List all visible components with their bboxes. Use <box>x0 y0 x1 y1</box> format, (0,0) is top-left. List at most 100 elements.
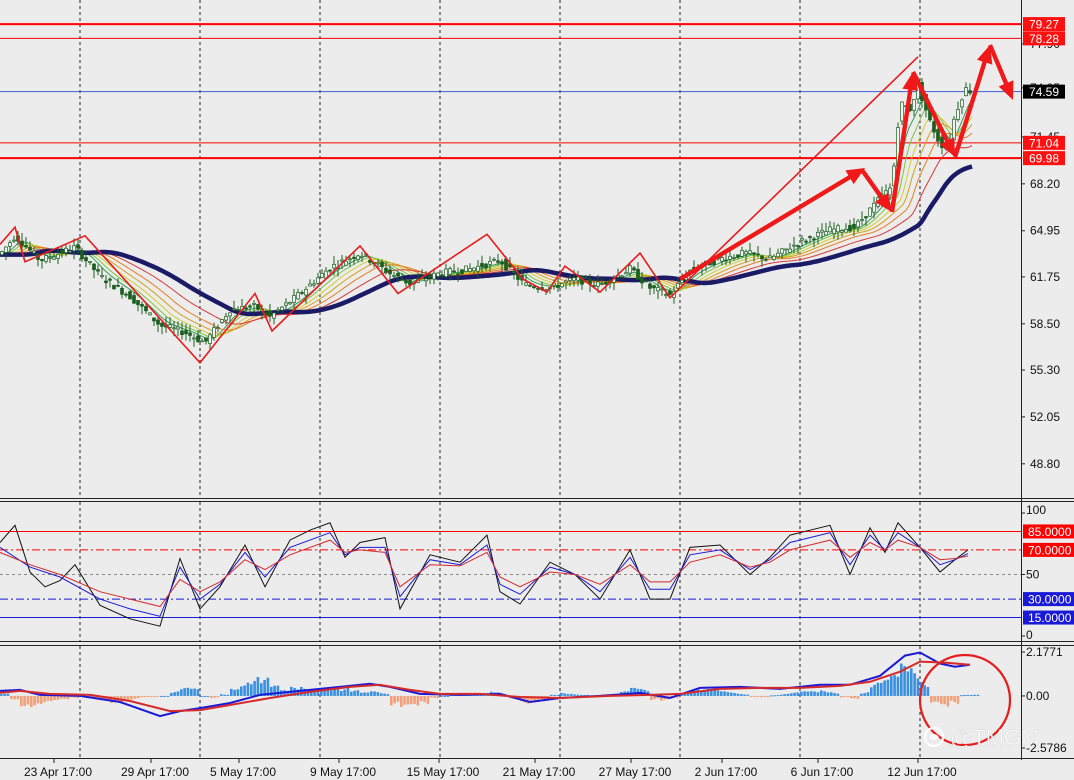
candle-body <box>656 287 660 292</box>
macd-histogram-bar <box>426 695 430 704</box>
candle-body <box>80 250 84 260</box>
candle-body <box>192 337 196 340</box>
candle-body <box>968 90 972 94</box>
candle-body <box>488 260 492 265</box>
candle-body <box>212 327 216 338</box>
macd-histogram-bar <box>210 695 213 699</box>
macd-histogram-bar <box>743 694 746 696</box>
macd-tick-label: 0.00 <box>1026 689 1050 703</box>
candle-body <box>104 280 108 284</box>
candle-body <box>280 306 284 311</box>
candle-body <box>512 270 516 273</box>
candle-body <box>496 260 500 263</box>
candle-body <box>532 286 536 289</box>
macd-histogram-bar <box>223 694 226 696</box>
macd-histogram-bar <box>200 695 203 697</box>
macd-histogram-bar <box>943 695 946 705</box>
candle-body <box>436 272 440 277</box>
macd-histogram-bar <box>250 684 253 696</box>
candle-body <box>168 324 172 328</box>
macd-histogram-bar <box>183 688 186 696</box>
candle-body <box>384 267 388 273</box>
macd-histogram-bar <box>216 695 220 698</box>
candle-body <box>188 332 192 336</box>
macd-histogram-bar <box>573 694 576 696</box>
candle-body <box>220 319 224 323</box>
macd-histogram-bar <box>726 692 730 696</box>
macd-histogram-bar <box>156 695 160 697</box>
candle-body <box>68 250 72 253</box>
macd-histogram-bar <box>730 692 733 696</box>
macd-histogram-bar <box>833 693 836 696</box>
time-tick-label: 15 May 17:00 <box>407 765 480 779</box>
candle-body <box>112 284 116 290</box>
macd-histogram-bar <box>843 695 846 698</box>
macd-histogram-bar <box>710 690 713 696</box>
candle-body <box>176 326 180 330</box>
candle-body <box>440 274 444 277</box>
macd-histogram-bar <box>913 673 916 696</box>
macd-histogram-bar <box>713 690 716 696</box>
candle-body <box>116 285 120 287</box>
candle-body <box>132 295 136 304</box>
candle-body <box>352 256 356 259</box>
macd-histogram-bar <box>163 695 166 697</box>
macd-histogram-bar <box>170 692 173 696</box>
candle-body <box>776 252 780 258</box>
macd-histogram-bar <box>406 695 410 705</box>
candle-body <box>304 289 308 296</box>
macd-histogram-bar <box>916 678 920 696</box>
macd-histogram-bar <box>403 695 406 705</box>
candle-body <box>808 236 812 238</box>
candle-body <box>340 259 344 262</box>
macd-histogram-bar <box>353 690 356 696</box>
candle-body <box>852 223 856 229</box>
macd-tick-label: 2.1771 <box>1026 645 1063 659</box>
candle-body <box>396 272 400 277</box>
candle-body <box>360 255 364 258</box>
macd-histogram-bar <box>173 692 176 696</box>
macd-histogram-bar <box>570 693 573 696</box>
macd-histogram-bar <box>893 675 896 696</box>
candle-body <box>652 285 656 289</box>
macd-histogram-bar <box>906 671 910 696</box>
candle-body <box>620 275 624 278</box>
candle-body <box>800 238 804 241</box>
candle-body <box>88 261 92 263</box>
macd-histogram-bar <box>923 685 926 696</box>
macd-histogram-bar <box>950 695 953 701</box>
candle-body <box>840 230 844 233</box>
candle-body <box>76 244 80 249</box>
macd-histogram-bar <box>786 693 790 696</box>
candle-body <box>224 316 228 321</box>
macd-histogram-bar <box>910 668 913 696</box>
macd-histogram-bar <box>190 688 193 696</box>
candle-body <box>56 253 60 259</box>
time-tick-label: 5 May 17:00 <box>210 765 276 779</box>
macd-histogram-bar <box>446 695 450 697</box>
candle-body <box>148 312 152 316</box>
price-tick-label: 61.75 <box>1030 270 1060 284</box>
macd-histogram-bar <box>440 695 443 697</box>
macd-histogram-bar <box>966 694 970 696</box>
macd-histogram-bar <box>390 695 393 706</box>
candle-body <box>864 216 868 219</box>
macd-histogram-bar <box>753 695 756 697</box>
candle-body <box>172 327 176 330</box>
candle-body <box>232 308 236 311</box>
candle-body <box>796 245 800 247</box>
macd-histogram-bar <box>650 695 653 700</box>
candle-body <box>812 238 816 241</box>
macd-histogram-bar <box>550 694 553 696</box>
macd-histogram-bar <box>356 690 360 696</box>
macd-histogram-bar <box>26 695 30 705</box>
macd-histogram-bar <box>340 691 343 696</box>
candle-body <box>0 251 4 255</box>
macd-histogram-bar <box>956 695 960 704</box>
candle-body <box>380 262 384 268</box>
macd-histogram-bar <box>773 695 776 697</box>
macd-histogram-bar <box>226 694 230 696</box>
candle-body <box>836 225 840 233</box>
macd-histogram-bar <box>350 691 353 696</box>
macd-histogram-bar <box>566 693 570 696</box>
